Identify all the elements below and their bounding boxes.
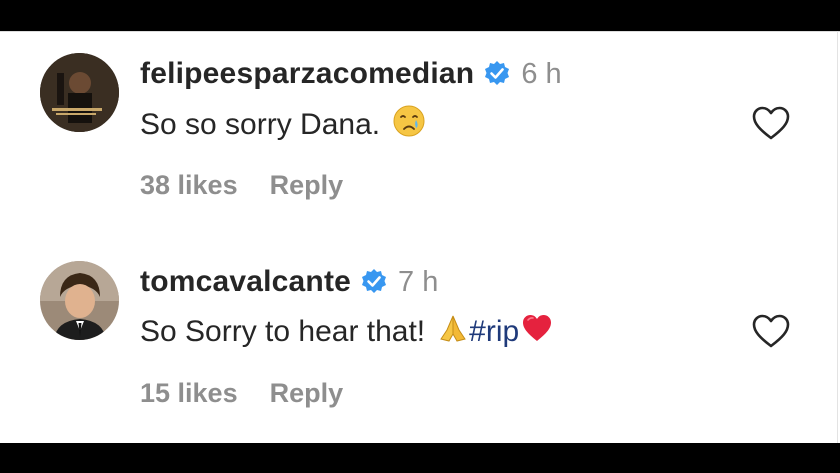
verified-badge-icon <box>360 268 388 296</box>
reply-button[interactable]: Reply <box>270 170 344 201</box>
reply-button[interactable]: Reply <box>270 378 344 409</box>
like-heart-icon[interactable] <box>751 313 791 349</box>
bottom-letterbox-bar <box>0 443 840 473</box>
comment-header: felipeesparzacomedian 6 h <box>140 57 562 91</box>
top-letterbox-bar <box>0 0 840 31</box>
red-heart-emoji-icon <box>521 313 553 351</box>
comment-text: So Sorry to hear that! <box>140 315 426 348</box>
timestamp: 6 h <box>521 57 562 90</box>
username[interactable]: tomcavalcante <box>140 265 351 299</box>
comment-meta: 15 likes Reply <box>140 378 343 409</box>
likes-count[interactable]: 15 likes <box>140 378 238 409</box>
avatar[interactable] <box>40 261 119 340</box>
crying-face-emoji-icon <box>392 104 426 146</box>
panel-right-border <box>837 31 838 443</box>
likes-count[interactable]: 38 likes <box>140 170 238 201</box>
verified-badge-icon <box>483 60 511 88</box>
comment-header: tomcavalcante 7 h <box>140 265 438 299</box>
comment-meta: 38 likes Reply <box>140 170 343 201</box>
avatar[interactable] <box>40 53 119 132</box>
timestamp: 7 h <box>398 265 439 298</box>
username[interactable]: felipeesparzacomedian <box>140 57 474 91</box>
like-heart-icon[interactable] <box>751 105 791 141</box>
comment-text-row: So so sorry Dana. <box>140 104 426 146</box>
folded-hands-emoji-icon <box>437 312 469 352</box>
comments-panel <box>0 31 840 443</box>
comment-text-row: So Sorry to hear that! #rip <box>140 312 553 352</box>
hashtag-link[interactable]: #rip <box>469 315 519 349</box>
comment-text: So so sorry Dana. <box>140 108 381 141</box>
